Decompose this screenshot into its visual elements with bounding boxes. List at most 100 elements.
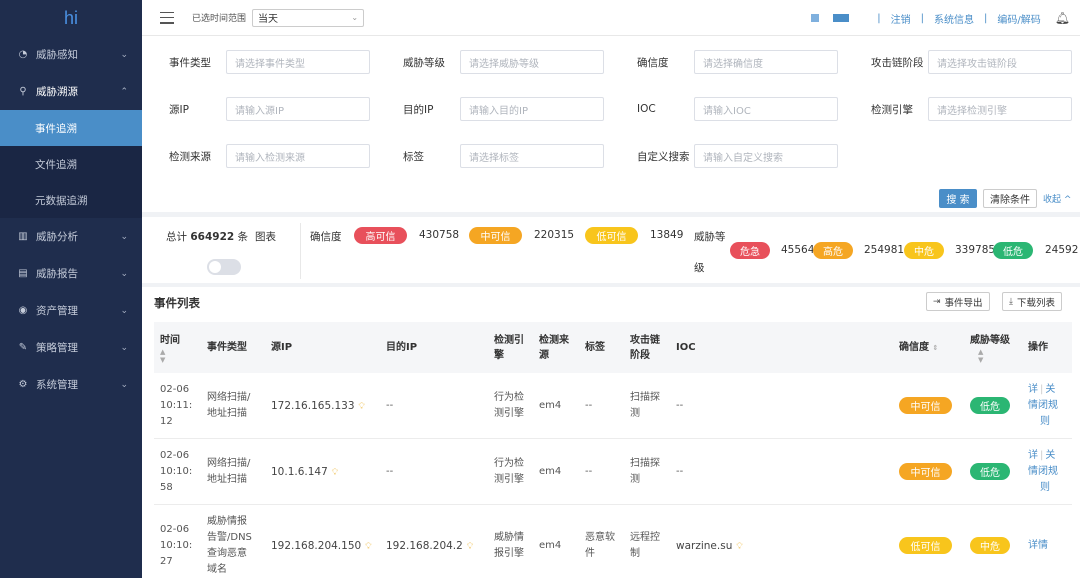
detail-close-rule[interactable]: 情闭规 [1028, 400, 1058, 411]
cell-chain: 扫描探测 [630, 456, 660, 488]
total-label: 总计 [166, 231, 187, 243]
detail-link[interactable]: 详情 [1028, 540, 1048, 551]
sidebar-subitem-event-trace[interactable]: 事件追溯 [0, 110, 142, 146]
attack-chain-select[interactable]: 请选择攻击链阶段 [928, 50, 1072, 74]
critical-badge[interactable]: 危急 [730, 242, 770, 259]
gear-icon: ⚙ [18, 379, 28, 390]
menu-toggle-icon[interactable] [160, 11, 174, 24]
sidebar-item-system-management[interactable]: ⚙ 系统管理 ⌄ [0, 366, 142, 403]
rule-link[interactable]: 则 [1028, 416, 1050, 427]
mid-confidence-badge[interactable]: 中可信 [469, 227, 522, 244]
col-dst-ip: 目的IP [386, 342, 418, 353]
collapse-link[interactable]: 收起 ^ [1043, 192, 1071, 205]
cell-src-ip[interactable]: 10.1.6.147 💡︎ [271, 464, 338, 481]
detail-link[interactable]: 详 [1028, 384, 1038, 395]
chart-toggle[interactable] [207, 259, 241, 275]
detail-close-rule[interactable]: 情闭规 [1028, 466, 1058, 477]
high-badge[interactable]: 高危 [813, 242, 853, 259]
sidebar-item-threat-trace[interactable]: ⚲ 威胁溯源 ⌃ [0, 73, 142, 110]
sidebar-item-threat-report[interactable]: ▤ 威胁报告 ⌄ [0, 255, 142, 292]
detail-link[interactable]: 详 [1028, 450, 1038, 461]
close-rule-link[interactable]: 关 [1045, 450, 1055, 461]
sidebar-item-policy-management[interactable]: ✎ 策略管理 ⌄ [0, 329, 142, 366]
sidebar-item-label: 系统管理 [36, 379, 78, 391]
cell-ioc[interactable]: warzine.su 💡︎ [676, 538, 743, 555]
tag-2: 件 [585, 548, 595, 559]
col-confidence[interactable]: 确信度 ⇕ [899, 340, 938, 356]
stats-panel: 总计 664922 条 图表 确信度 高可信 430758 中可信 220315… [142, 217, 1080, 283]
cell-operations: 详 | 关 情闭规 则 [1028, 384, 1058, 427]
sidebar-item-label: 资产管理 [36, 305, 78, 317]
export-events-button[interactable]: ⇥ 事件导出 [926, 292, 990, 311]
mid-confidence-count: 220315 [534, 229, 575, 241]
close-rule-link[interactable]: 关 [1045, 384, 1055, 395]
clear-button[interactable]: 清除条件 [983, 189, 1037, 208]
download-list-button[interactable]: ⤓ 下载列表 [1002, 292, 1062, 311]
codec-link[interactable]: 编码/解码 [997, 11, 1040, 26]
bulb-icon[interactable]: 💡︎ [332, 468, 338, 478]
col-source: 检测来源 [539, 333, 569, 363]
custom-search-input[interactable]: 请输入自定义搜索 [694, 144, 838, 168]
event-type-select[interactable]: 请选择事件类型 [226, 50, 370, 74]
col-threat-level[interactable]: 威胁等级 ▲ ▼ [970, 333, 1010, 364]
document-icon: ▤ [18, 268, 28, 279]
col-time[interactable]: 时间 ▲ ▼ [160, 333, 180, 364]
sidebar-item-label: 策略管理 [36, 342, 78, 354]
src-ip: 10.1.6.147 [271, 466, 328, 478]
high-confidence-badge[interactable]: 高可信 [354, 227, 407, 244]
ioc-input[interactable]: 请输入IOC [694, 97, 838, 121]
search-button[interactable]: 搜 索 [939, 189, 977, 208]
sidebar-item-label: 威胁溯源 [36, 86, 78, 98]
table-row[interactable]: 02-06 10:10: 58 网络扫描/地址扫描 10.1.6.147 💡︎ -- … [154, 439, 1072, 505]
sort-icon[interactable]: ⇕ [932, 344, 938, 352]
time-range-value: 当天 [258, 14, 279, 25]
filter-label-ioc: IOC [637, 103, 656, 115]
sidebar-item-threat-awareness[interactable]: ◔ 威胁感知 ⌄ [0, 36, 142, 73]
cell-src-ip[interactable]: 172.16.165.133 💡︎ [271, 398, 365, 415]
type-2: 地址扫描 [207, 474, 247, 485]
table-row[interactable]: 02-06 10:11: 12 网络扫描/地址扫描 172.16.165.133 💡︎… [154, 373, 1072, 439]
sidebar-item-label: 威胁报告 [36, 268, 78, 280]
col-time-label: 时间 [160, 335, 180, 346]
bell-icon[interactable]: 🔔︎ [1055, 11, 1070, 25]
logout-link[interactable]: 注销 [891, 11, 911, 26]
dst-ip-input[interactable]: 请输入目的IP [460, 97, 604, 121]
src-ip-input[interactable]: 请输入源IP [226, 97, 370, 121]
medium-badge[interactable]: 中危 [904, 242, 944, 259]
cell-type: 网络扫描/地址扫描 [207, 390, 250, 422]
sidebar-subitem-file-trace[interactable]: 文件追溯 [0, 146, 142, 182]
theme-rect-icon[interactable] [833, 14, 850, 22]
confidence-select[interactable]: 请选择确信度 [694, 50, 838, 74]
tag-select[interactable]: 请选择标签 [460, 144, 604, 168]
engine-select[interactable]: 请选择检测引擎 [928, 97, 1072, 121]
bulb-icon[interactable]: 💡︎ [359, 402, 365, 412]
sort-icon[interactable]: ▲ ▼ [160, 348, 180, 364]
source-input[interactable]: 请输入检测来源 [226, 144, 370, 168]
low-count: 24592 [1045, 244, 1079, 256]
sidebar-subitem-metadata-trace[interactable]: 元数据追溯 [0, 182, 142, 218]
engine-2: 报引擎 [494, 548, 524, 559]
sidebar-item-asset-management[interactable]: ◉ 资产管理 ⌄ [0, 292, 142, 329]
sidebar-item-threat-analysis[interactable]: ▥ 威胁分析 ⌄ [0, 218, 142, 255]
low-badge[interactable]: 低危 [993, 242, 1033, 259]
threat-level-select[interactable]: 请选择威胁等级 [460, 50, 604, 74]
critical-count: 45564 [781, 244, 815, 256]
low-confidence-badge[interactable]: 低可信 [585, 227, 638, 244]
rule-link[interactable]: 则 [1028, 482, 1050, 493]
bulb-icon[interactable]: 💡︎ [736, 542, 742, 552]
engine-1: 行为检 [494, 392, 524, 403]
bulb-icon[interactable]: 💡︎ [467, 542, 473, 552]
system-info-link[interactable]: 系统信息 [934, 11, 974, 26]
cell-src-ip[interactable]: 192.168.204.150 💡︎ [271, 538, 372, 555]
time-hm: 10:10: [160, 466, 193, 477]
cell-dst-ip[interactable]: 192.168.204.2 💡︎ [386, 538, 473, 555]
download-icon: ⤓ [1009, 296, 1013, 307]
table-row[interactable]: 02-06 10:10: 27 威胁情报 告警/DNS 查询恶意 域名 192.168.2… [154, 505, 1072, 578]
time-s: 27 [160, 556, 173, 567]
bulb-icon[interactable]: 💡︎ [365, 542, 371, 552]
theme-square-icon[interactable] [811, 14, 820, 22]
type-1: 威胁情报 [207, 516, 247, 527]
sort-icon[interactable]: ▲ ▼ [970, 348, 1010, 364]
col-src-ip: 源IP [271, 342, 293, 353]
time-range-select[interactable]: 当天 ⌄ [252, 8, 365, 27]
